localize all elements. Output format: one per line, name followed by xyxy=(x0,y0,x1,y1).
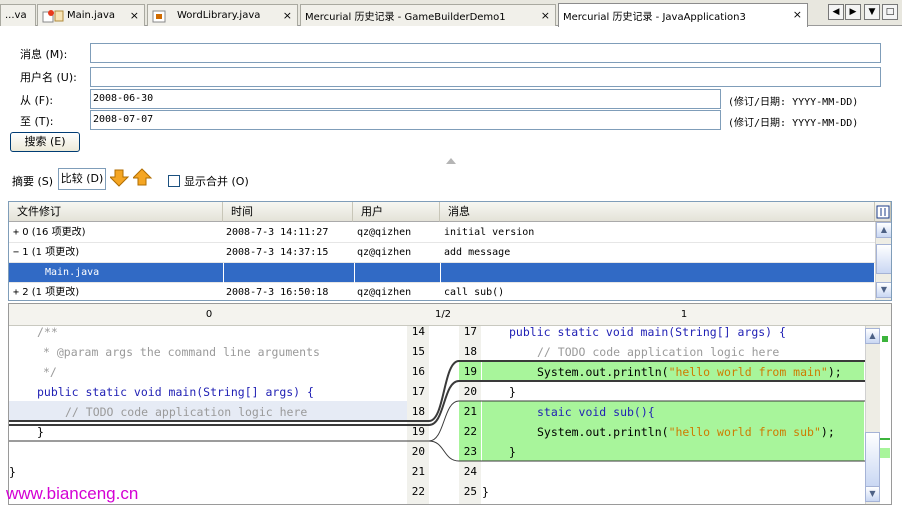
close-icon[interactable]: × xyxy=(793,8,802,21)
column-header-user[interactable]: 用户 xyxy=(353,202,440,222)
user-cell: qz@qizhen xyxy=(357,227,412,238)
user-label: 用户名 (U): xyxy=(20,71,77,84)
tab-history-gamebuilder[interactable]: Mercurial 历史记录 - GameBuilderDemo1 × xyxy=(300,4,556,26)
to-label: 至 (T): xyxy=(20,115,54,128)
close-icon[interactable]: × xyxy=(541,9,550,22)
table-row[interactable]: + 0 (16 项更改) 2008-7-3 14:11:27 qz@qizhen… xyxy=(9,223,875,243)
tab-truncated[interactable]: ...va xyxy=(0,4,36,26)
scrollbar-thumb[interactable] xyxy=(865,432,880,488)
table-row[interactable]: + 2 (1 项更改) 2008-7-3 16:50:18 qz@qizhen … xyxy=(9,283,875,300)
collapse-panel-icon[interactable] xyxy=(446,154,456,167)
file-cell: Main.java xyxy=(9,263,224,283)
revision-cell: 2 (1 项更改) xyxy=(22,287,80,298)
close-icon[interactable]: × xyxy=(283,9,292,22)
tab-list-dropdown-icon[interactable]: ▼ xyxy=(864,4,880,20)
change-marker-icon[interactable] xyxy=(882,336,888,342)
table-row-selected[interactable]: Main.java xyxy=(9,263,875,283)
time-cell xyxy=(224,263,355,283)
from-date-input[interactable]: 2008-06-30 xyxy=(90,89,721,109)
expand-icon[interactable]: + xyxy=(13,287,19,298)
scroll-up-icon[interactable]: ▲ xyxy=(876,222,891,238)
message-cell: initial version xyxy=(444,227,535,238)
revision-cell: 1 (1 项更改) xyxy=(22,247,80,258)
from-label: 从 (F): xyxy=(20,94,54,107)
from-date-hint: (修订/日期: YYYY-MM-DD) xyxy=(728,97,859,108)
previous-difference-icon[interactable] xyxy=(131,168,153,191)
show-merge-checkbox[interactable] xyxy=(168,175,180,187)
scroll-up-icon[interactable]: ▲ xyxy=(865,328,880,344)
compare-view-button[interactable]: 比较 (D) xyxy=(58,168,106,190)
java-file-icon xyxy=(152,9,174,23)
revision-cell: 0 (16 项更改) xyxy=(22,227,86,238)
message-input[interactable] xyxy=(90,43,881,63)
scrollbar-thumb[interactable] xyxy=(876,244,891,274)
scroll-tabs-right-icon[interactable]: ▶ xyxy=(845,4,861,20)
watermark: www.bianceng.cn xyxy=(6,484,139,503)
tab-history-javaapplication3[interactable]: Mercurial 历史记录 - JavaApplication3 × xyxy=(558,3,808,27)
diff-scrollbar[interactable]: ▲ ▼ xyxy=(865,326,880,504)
user-cell: qz@qizhen xyxy=(357,287,412,298)
time-cell: 2008-7-3 16:50:18 xyxy=(226,287,329,298)
scroll-down-icon[interactable]: ▼ xyxy=(876,282,891,298)
message-cell: call sub() xyxy=(444,287,505,298)
tab-wordlibrary-java[interactable]: WordLibrary.java × xyxy=(147,4,298,26)
maximize-window-icon[interactable]: □ xyxy=(882,4,898,20)
column-header-revision[interactable]: 文件修订 xyxy=(9,202,223,222)
tab-label: Main.java xyxy=(67,10,116,21)
scroll-down-icon[interactable]: ▼ xyxy=(865,486,880,502)
message-cell xyxy=(441,263,875,283)
close-icon[interactable]: × xyxy=(130,9,139,22)
tab-label: Mercurial 历史记录 - GameBuilderDemo1 xyxy=(305,12,506,23)
search-button[interactable]: 搜索 (E) xyxy=(10,132,80,152)
change-marker-icon[interactable] xyxy=(880,448,890,458)
collapse-icon[interactable]: − xyxy=(13,247,19,258)
change-marker-icon[interactable] xyxy=(880,438,890,440)
time-cell: 2008-7-3 14:11:27 xyxy=(226,227,329,238)
to-date-hint: (修订/日期: YYYY-MM-DD) xyxy=(728,118,859,129)
message-label: 消息 (M): xyxy=(20,48,68,61)
column-header-message[interactable]: 消息 xyxy=(440,202,875,222)
user-cell xyxy=(355,263,441,283)
expand-icon[interactable]: + xyxy=(13,227,19,238)
editor-tab-strip: ...va Main.java × WordLibrary.java × Mer… xyxy=(0,0,902,27)
show-merge-label: 显示合并 (O) xyxy=(184,175,249,188)
column-selector-icon[interactable] xyxy=(875,202,891,222)
column-header-time[interactable]: 时间 xyxy=(223,202,353,222)
tab-label: WordLibrary.java xyxy=(177,10,261,21)
revision-table: 文件修订 时间 用户 消息 + 0 (16 项更改) 2008-7-3 14:1… xyxy=(8,201,892,301)
user-cell: qz@qizhen xyxy=(357,247,412,258)
tab-label: Mercurial 历史记录 - JavaApplication3 xyxy=(563,12,746,23)
to-date-input[interactable]: 2008-07-07 xyxy=(90,110,721,130)
scroll-tabs-left-icon[interactable]: ◀ xyxy=(828,4,844,20)
tab-label: ...va xyxy=(5,10,27,21)
summary-view-label[interactable]: 摘要 (S) xyxy=(12,173,53,189)
diff-viewer: 0 1/2 1 /** * @param args the command li… xyxy=(8,303,892,505)
table-row[interactable]: − 1 (1 项更改) 2008-7-3 14:37:15 qz@qizhen … xyxy=(9,243,875,263)
user-input[interactable] xyxy=(90,67,881,87)
next-difference-icon[interactable] xyxy=(108,168,130,191)
time-cell: 2008-7-3 14:37:15 xyxy=(226,247,329,258)
diff-connectors xyxy=(9,360,865,462)
table-scrollbar[interactable]: ▲ ▼ xyxy=(875,222,891,300)
tab-main-java[interactable]: Main.java × xyxy=(37,4,145,26)
java-file-icon xyxy=(42,9,64,23)
message-cell: add message xyxy=(444,247,511,258)
